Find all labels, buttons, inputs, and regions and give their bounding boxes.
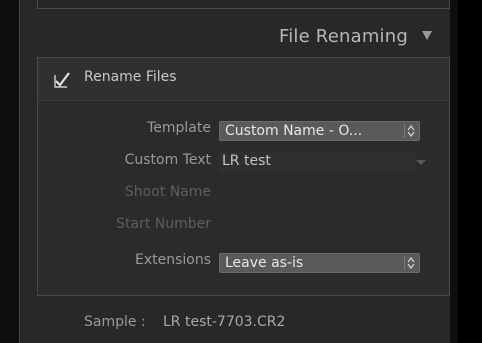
rename-files-row[interactable]: Rename Files xyxy=(38,58,449,101)
panel-title[interactable]: File Renaming xyxy=(279,26,408,47)
right-scroll-strip xyxy=(458,0,482,343)
extensions-select[interactable]: Leave as-is xyxy=(219,253,420,273)
custom-text-value: LR test xyxy=(222,153,271,169)
stepper-arrows-icon xyxy=(404,256,416,270)
triangle-down-icon[interactable] xyxy=(422,31,432,40)
previous-section-frame xyxy=(37,0,450,9)
file-renaming-panel: File Renaming Rename Files Template Cust… xyxy=(19,0,450,343)
template-select[interactable]: Custom Name - O... xyxy=(219,121,420,141)
custom-text-field[interactable]: LR test xyxy=(219,151,426,173)
stepper-arrows-icon xyxy=(404,124,416,138)
shoot-name-label: Shoot Name xyxy=(124,184,211,200)
start-number-label: Start Number xyxy=(116,216,211,232)
left-edge xyxy=(0,0,19,343)
custom-text-label: Custom Text xyxy=(124,152,211,168)
sample-label: Sample : xyxy=(84,314,146,330)
dropdown-caret-icon[interactable] xyxy=(416,160,426,165)
section-divider xyxy=(37,295,450,296)
extensions-label: Extensions xyxy=(134,252,211,268)
template-value: Custom Name - O... xyxy=(225,123,363,139)
rename-files-label[interactable]: Rename Files xyxy=(84,69,177,85)
checkbox-checked-icon[interactable] xyxy=(54,72,70,88)
template-label: Template xyxy=(147,120,211,136)
sample-value: LR test-7703.CR2 xyxy=(163,314,286,330)
file-renaming-section: Rename Files Template Custom Name - O...… xyxy=(37,57,450,296)
extensions-value: Leave as-is xyxy=(225,255,304,271)
